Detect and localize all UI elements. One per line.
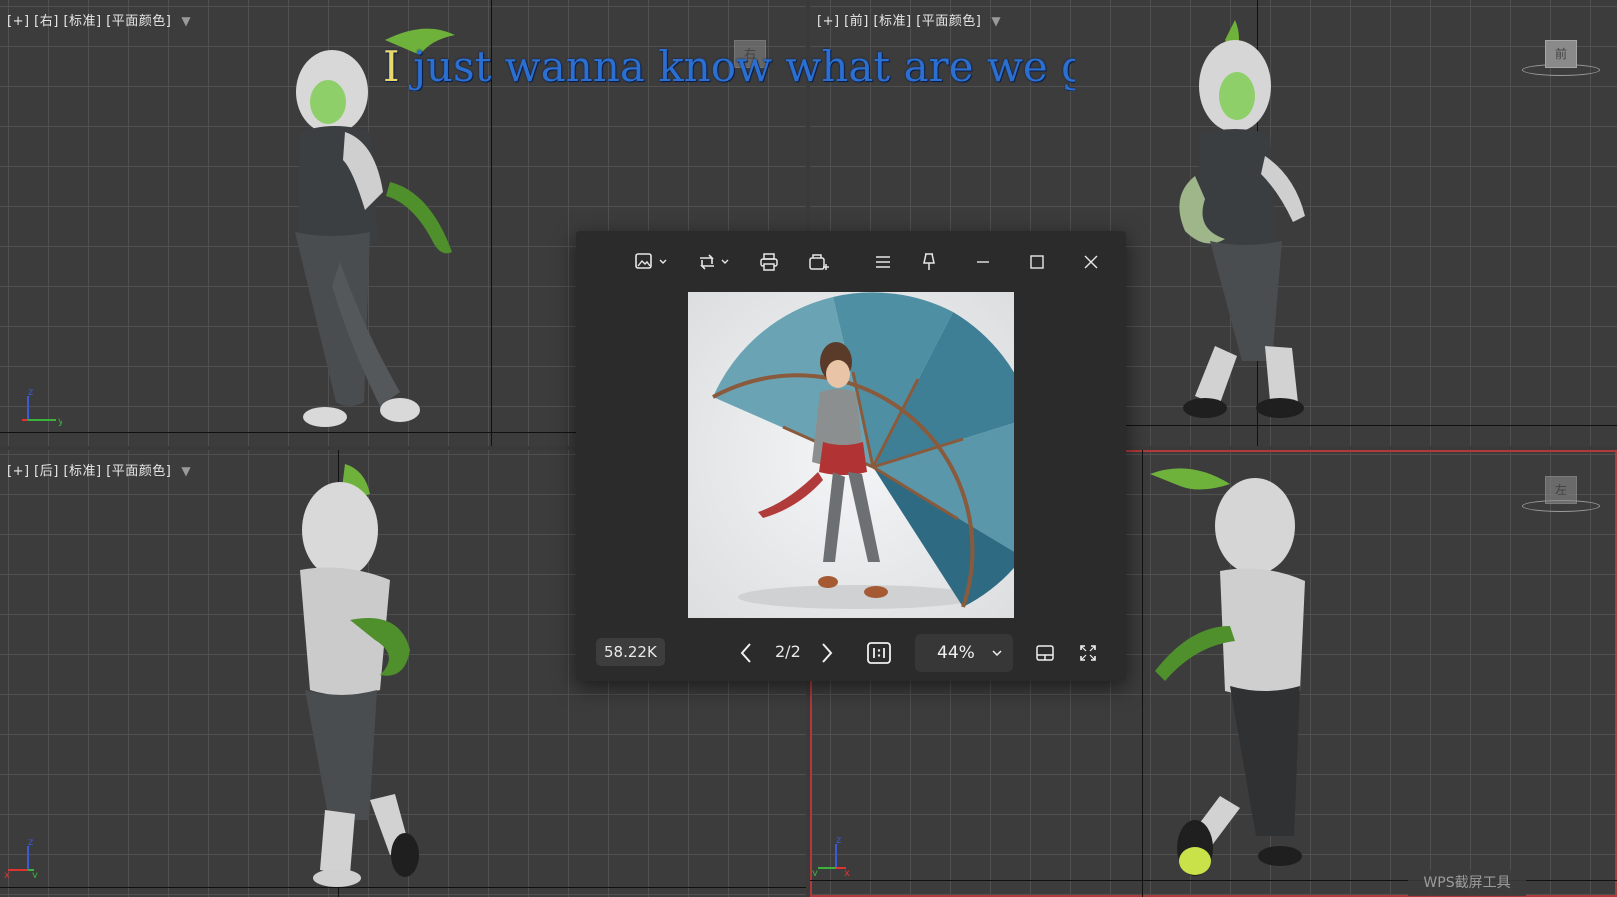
character-model[interactable]: [1140, 456, 1340, 888]
svg-text:z: z: [28, 387, 33, 398]
filter-icon[interactable]: ▼: [181, 14, 191, 28]
file-size-badge: 58.22K: [596, 638, 665, 666]
character-model[interactable]: [1165, 16, 1355, 428]
lyrics-overlay: I just wanna know what are we gonna: [383, 42, 1075, 91]
menu-icon[interactable]: [870, 245, 896, 279]
filter-icon[interactable]: ▼: [991, 14, 1001, 28]
svg-text:y: y: [58, 416, 62, 427]
fullscreen-icon[interactable]: [1073, 638, 1103, 668]
print-icon[interactable]: [756, 245, 782, 279]
character-model[interactable]: [265, 460, 445, 892]
watermark: WPS截屏工具: [1408, 870, 1526, 896]
minimize-icon[interactable]: [970, 245, 996, 279]
save-as-icon[interactable]: [806, 245, 832, 279]
image-edit-icon[interactable]: [632, 245, 672, 279]
image-viewer-window[interactable]: 58.22K 2/2 44%: [576, 231, 1126, 681]
viewcube[interactable]: 左: [1545, 476, 1577, 504]
viewcube[interactable]: 前: [1545, 40, 1577, 68]
viewport-label[interactable]: [+] [后] [标准] [平面颜色] ▼: [7, 460, 191, 479]
svg-text:z: z: [836, 835, 841, 846]
svg-text:y: y: [812, 868, 818, 876]
chevron-left-icon[interactable]: [731, 638, 761, 668]
fan-warrior-illustration: [688, 292, 1014, 618]
viewer-status-bar: 58.22K 2/2 44%: [576, 632, 1126, 676]
viewport-label[interactable]: [+] [右] [标准] [平面颜色] ▼: [7, 10, 191, 29]
svg-text:y: y: [32, 870, 38, 878]
page-indicator: 2/2: [775, 642, 801, 661]
axis-gizmo: z y x: [812, 835, 850, 876]
maximize-icon[interactable]: [1024, 245, 1050, 279]
layout-icon[interactable]: [1030, 638, 1060, 668]
chevron-right-icon[interactable]: [812, 638, 842, 668]
svg-text:x: x: [4, 870, 10, 878]
svg-text:x: x: [844, 868, 850, 876]
chevron-down-icon: [991, 644, 1003, 664]
svg-text:z: z: [28, 837, 33, 848]
filter-icon[interactable]: ▼: [181, 464, 191, 478]
axis-gizmo: z x y: [4, 837, 38, 878]
displayed-image[interactable]: [688, 292, 1014, 618]
close-icon[interactable]: [1078, 245, 1104, 279]
zoom-select[interactable]: 44%: [915, 634, 1013, 672]
viewport-label[interactable]: [+] [前] [标准] [平面颜色] ▼: [817, 10, 1001, 29]
actual-size-icon[interactable]: [864, 638, 894, 668]
axis-gizmo: z y: [22, 387, 62, 427]
rotate-icon[interactable]: [694, 245, 734, 279]
pin-icon[interactable]: [916, 245, 942, 279]
